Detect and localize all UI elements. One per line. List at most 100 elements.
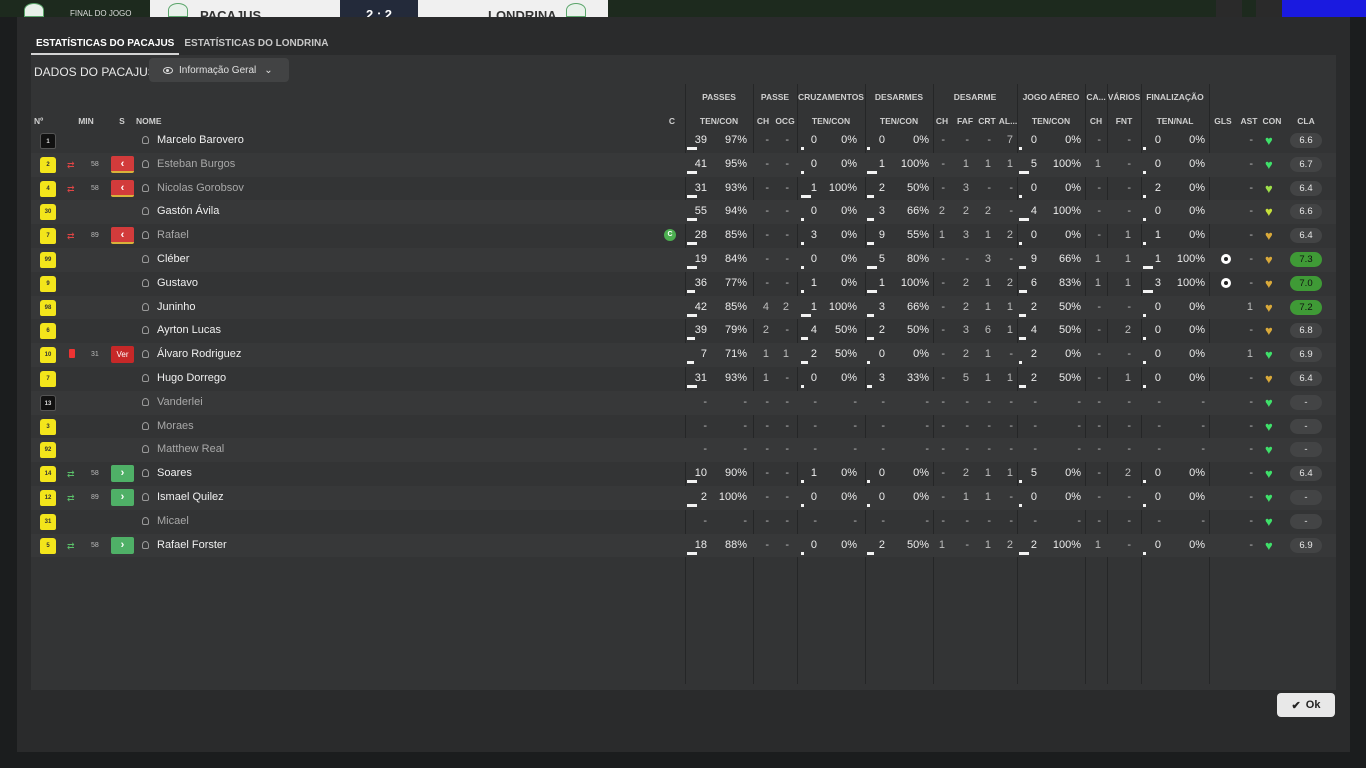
key-tackles: - (941, 348, 945, 361)
substitution-in-icon: ⇄ (67, 493, 75, 503)
passes-completed: 85% (724, 229, 747, 242)
table-row[interactable]: 9 Gustavo 36 77% - -1 0% 1 100% -2 1 2 6 83% 1 1 3 100% - ♥… (31, 272, 1336, 296)
player-name[interactable]: Moraes (157, 420, 194, 432)
tackles-bar (867, 147, 870, 150)
player-name[interactable]: Gustavo (157, 277, 198, 289)
tackles-attempted: 0 (878, 134, 885, 146)
column-header-no[interactable]: Nº (34, 116, 54, 126)
player-name[interactable]: Marcelo Barovero (157, 134, 244, 146)
player-name[interactable]: Gastón Ávila (157, 205, 219, 217)
player-name[interactable]: Hugo Dorrego (157, 372, 226, 384)
interceptions: 2 (1006, 229, 1013, 242)
view-selector-button[interactable]: Informação Geral ⌄ (149, 58, 289, 82)
column-header-passes[interactable]: TEN/CON (685, 116, 753, 126)
clearances: 3 (984, 253, 991, 265)
column-header-ch2[interactable]: CH (933, 116, 951, 126)
player-name[interactable]: Juninho (157, 301, 196, 313)
column-header-min[interactable]: MIN (71, 116, 101, 126)
player-name[interactable]: Cléber (157, 253, 189, 265)
table-row[interactable]: 1 Marcelo Barovero 39 97% - -0 0% 0 0% - - -7 0 0% - -0… (31, 129, 1336, 153)
player-name[interactable]: Micael (157, 515, 189, 527)
player-name[interactable]: Vanderlei (157, 396, 203, 408)
table-row[interactable]: 5 ⇄ 58 › Rafael Forster 18 88% - -0 0% 2 50% 1-1 2 2 10… (31, 533, 1336, 558)
player-name[interactable]: Nicolas Gorobsov (157, 182, 244, 194)
crosses-attempted: - (813, 443, 817, 456)
table-row[interactable]: 14 ⇄ 58 › Soares 10 90% - -1 0% 0 0% -2 1 1 5 0% -2 0 0% - ♥ 6… (31, 462, 1336, 486)
sub-off-button[interactable]: ‹ (111, 179, 134, 197)
player-name[interactable]: Álvaro Rodriguez (157, 348, 241, 360)
column-header-desarmes[interactable]: TEN/CON (865, 116, 933, 126)
player-name[interactable]: Ismael Quilez (157, 491, 224, 503)
table-row[interactable]: 31 Micael - - - - - - - - - - - - - - - - - - - ♥ - (31, 510, 1336, 534)
close-control[interactable] (1256, 0, 1282, 17)
crosses-bar (801, 170, 804, 174)
column-header-ch3[interactable]: CH (1087, 116, 1105, 126)
table-row[interactable]: 10 31 Ver Álvaro Rodriguez 7 71% 1 1 2 50% 0 0% -2 1-… (31, 343, 1336, 367)
table-row[interactable]: 92 Matthew Real - - - - - - - - - - - - - - - - - - - ♥ - (31, 438, 1336, 463)
player-name[interactable]: Esteban Burgos (157, 158, 235, 170)
table-row[interactable]: 99 Cléber 19 84% - -0 0% 5 80% - -3-9 66% 1 1 1 100% - ♥ 7… (31, 248, 1336, 272)
table-row[interactable]: 3 Moraes - - - - - - - - - - - - - - - - - - - ♥ - (31, 415, 1336, 439)
player-rating: - (1290, 394, 1322, 410)
shots-on-target: 100% (1176, 276, 1205, 289)
sub-off-button[interactable]: ‹ (111, 227, 134, 245)
column-header-fnt[interactable]: FNT (1109, 116, 1139, 126)
player-name[interactable]: Ayrton Lucas (157, 324, 221, 336)
column-header-c[interactable]: C (667, 116, 677, 126)
player-name[interactable]: Rafael (157, 229, 189, 241)
table-row[interactable]: 7 Hugo Dorrego 31 93% 1-0 0% 3 33% -5 1 1 2 50% -1 0 0%… (31, 367, 1336, 391)
table-row[interactable]: 12 ⇄ 89 › Ismael Quilez 2 100% - -0 0% 0 0% -1 1-0 0% -… (31, 486, 1336, 510)
key-tackles: 1 (938, 229, 945, 242)
red-card-button[interactable]: Ver (111, 346, 134, 364)
column-header-aereo[interactable]: TEN/CON (1017, 116, 1085, 126)
table-row[interactable]: 98 Juninho 42 85% 4 2 1 100% 3 66% -2 1 1 2 50% - -0 0% 1 ♥… (31, 295, 1336, 320)
column-header-faf[interactable]: FAF (955, 116, 975, 126)
window-control[interactable] (1216, 0, 1242, 17)
tab-pacajus-stats[interactable]: ESTATÍSTICAS DO PACAJUS (31, 37, 180, 55)
ok-button[interactable]: ✔ Ok (1277, 693, 1335, 717)
column-header-ocg[interactable]: OCG (773, 116, 797, 126)
condition-heart-icon: ♥ (1265, 347, 1273, 363)
player-name[interactable]: Soares (157, 467, 192, 479)
player-rating: 7.0 (1290, 275, 1322, 291)
sub-on-button[interactable]: › (111, 536, 134, 554)
column-header-ch1[interactable]: CH (755, 116, 771, 126)
key-passes: - (765, 276, 769, 289)
column-header-s[interactable]: S (117, 116, 127, 126)
shirt-icon: 7 (40, 228, 56, 245)
table-row[interactable]: 7 ⇄ 89 ‹ Rafael C 28 85% - -3 0% 9 55% 1 3 1 2 0 0% -1 1 0% - ♥… (31, 224, 1336, 248)
headers-bar (1019, 242, 1022, 246)
column-header-nome[interactable]: NOME (136, 116, 196, 126)
sub-on-button[interactable]: › (111, 489, 134, 506)
crosses-attempted: 0 (810, 253, 817, 265)
key-passes: - (765, 514, 769, 527)
condition-heart-icon: ♥ (1265, 418, 1273, 434)
clearances: - (987, 514, 991, 527)
condition-heart-icon: ♥ (1265, 323, 1273, 339)
brand-band (1282, 0, 1366, 17)
table-row[interactable]: 13 Vanderlei - - - - - - - - - - - - - - - - - - - ♥ - (31, 390, 1336, 415)
column-header-ast[interactable]: AST (1239, 116, 1259, 126)
column-header-cruz[interactable]: TEN/CON (797, 116, 865, 126)
column-header-cla[interactable]: CLA (1289, 116, 1323, 126)
sub-off-button[interactable]: ‹ (111, 155, 134, 173)
crosses-attempted: - (813, 419, 817, 432)
table-row[interactable]: 2 ⇄ 58 ‹ Esteban Burgos 41 95% - -0 0% 1 100% -1 1 1 5 1… (31, 152, 1336, 177)
sub-on-button[interactable]: › (111, 465, 134, 483)
player-name[interactable]: Rafael Forster (157, 539, 227, 551)
player-name[interactable]: Matthew Real (157, 443, 224, 455)
tab-londrina-stats[interactable]: ESTATÍSTICAS DO LONDRINA (179, 37, 333, 55)
tackles-won: 66% (906, 205, 929, 218)
column-header-final[interactable]: TEN/NAL (1141, 116, 1209, 126)
clearances: 6 (984, 324, 991, 337)
column-header-gls[interactable]: GLS (1211, 116, 1235, 126)
tackles-won: - (925, 395, 929, 408)
column-header-crt[interactable]: CRT (977, 116, 997, 126)
table-row[interactable]: 6 Ayrton Lucas 39 79% 2-4 50% 2 50% -3 6 1 4 50% -2 0 0… (31, 319, 1336, 343)
column-header-con[interactable]: CON (1261, 116, 1283, 126)
headers-attempted: - (1033, 419, 1037, 432)
column-header-al[interactable]: AL... (997, 116, 1019, 126)
table-row[interactable]: 30 Gastón Ávila 55 94% - - 0 0% 3 66% 2 2 2 - 4 100% - - 0… (31, 200, 1336, 225)
card-count: - (1097, 372, 1101, 384)
table-row[interactable]: 4 ⇄ 58 ‹ Nicolas Gorobsov 31 93% - -1 100% 2 50% -3-… (31, 177, 1336, 201)
